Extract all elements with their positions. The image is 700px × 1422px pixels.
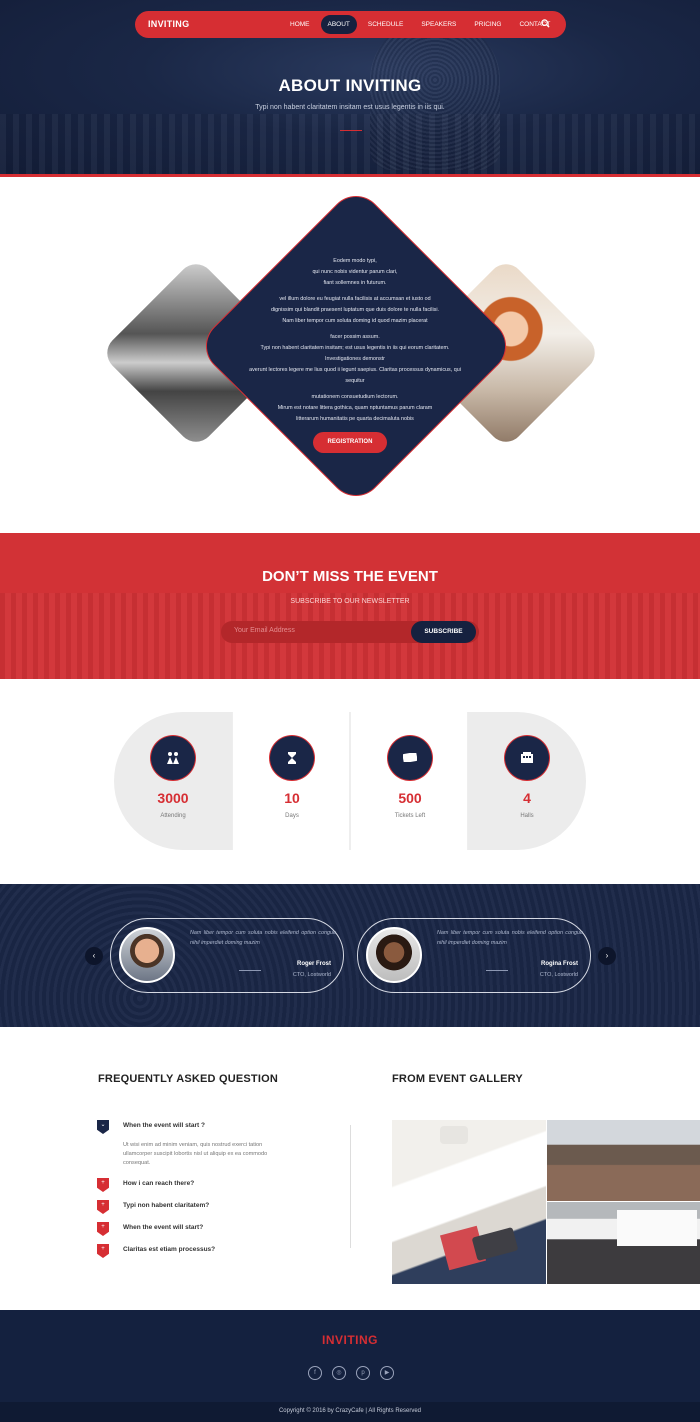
copyright: Copyright © 2016 by CrazyCafe | All Righ… [278,1408,422,1414]
stat-value: 4 [523,790,531,806]
faq-question: When the event will start? [123,1224,204,1231]
testimonials-section: Nam liber tempor cum soluta nobis eleife… [0,884,700,1027]
mug-shape [440,1126,468,1144]
testimonial-role: CTO, Lostworld [539,972,578,978]
plus-icon: + [97,1222,109,1236]
about-paragraph: Eodem modo typi, qui nunc nobis videntur… [312,258,398,286]
hero-divider [0,174,700,177]
stat-tickets: 500 Tickets Left [350,712,468,850]
stat-label: Attending [160,813,186,819]
stat-label: Tickets Left [394,813,426,819]
nav-item-pricing[interactable]: PRICING [467,15,508,34]
footer-bar: Copyright © 2016 by CrazyCafe | All Righ… [0,1402,700,1422]
newsletter-subtitle: SUBSCRIBE TO OUR NEWSLETTER [290,598,410,605]
testimonial-name: Roger Frost [296,961,331,967]
about-paragraph: facer possim assum. Typi non habent clar… [249,334,461,384]
next-arrow-icon[interactable]: › [598,947,616,965]
nav-item-schedule[interactable]: SCHEDULE [361,15,410,34]
stats-panel: 3000 Attending 10 Days 500 Tickets Left … [114,712,586,850]
registration-button[interactable]: REGISTRATION [313,432,387,453]
title-underline [340,130,362,131]
nav-brand[interactable]: INVITING [148,19,189,29]
social-links: f ◎ p ▶ [308,1366,394,1380]
stat-value: 500 [398,790,422,806]
divider [486,970,508,971]
newsletter-title: DON’T MISS THE EVENT [262,568,438,585]
nav-item-home[interactable]: HOME [283,15,317,34]
gallery-image-speaker[interactable] [547,1202,700,1284]
ticket-icon [388,736,432,780]
hourglass-icon [270,736,314,780]
avatar [119,927,175,983]
testimonial-card: Nam liber tempor cum soluta nobis eleife… [110,918,344,993]
stat-value: 10 [284,790,300,806]
plus-icon: + [97,1200,109,1214]
about-paragraph: vel illum dolore eu feugiat nulla facili… [270,296,440,324]
faq-question: Typi non habent claritatem? [123,1202,210,1209]
testimonial-name: Rogina Frost [541,961,578,967]
nav-menu: HOME ABOUT SCHEDULE SPEAKERS PRICING CON… [283,15,557,34]
page-title: ABOUT INVITING [278,76,422,95]
gallery-title: FROM EVENT GALLERY [392,1073,523,1085]
people-icon [151,736,195,780]
screen-shape [617,1210,697,1246]
faq-title: FREQUENTLY ASKED QUESTION [98,1073,279,1085]
testimonial-role: CTO, Lostworld [292,972,331,978]
facebook-icon[interactable]: f [308,1366,322,1380]
building-icon [505,736,549,780]
footer-brand: INVITING [321,1333,378,1347]
gallery-image-audience[interactable] [547,1120,700,1201]
search-icon[interactable] [541,19,550,28]
youtube-icon[interactable]: ▶ [380,1366,394,1380]
about-text: Eodem modo typi, qui nunc nobis videntur… [230,256,480,430]
testimonial-quote: Nam liber tempor cum soluta nobis eleife… [437,930,583,946]
stat-attending: 3000 Attending [114,712,232,850]
nav-item-about[interactable]: ABOUT [320,15,357,34]
subscribe-button[interactable]: SUBSCRIBE [411,621,476,643]
pinterest-icon[interactable]: p [356,1366,370,1380]
chevron-down-icon: ⌄ [97,1120,109,1134]
gallery-image-desk[interactable] [392,1120,546,1284]
email-placeholder: Your Email Address [234,627,295,634]
stat-halls: 4 Halls [468,712,586,850]
testimonial-card: Nam liber tempor cum soluta nobis eleife… [357,918,591,993]
faq-question: Claritas est etiam processus? [123,1246,216,1253]
faq-question: How i can reach there? [123,1180,195,1187]
testimonial-quote: Nam liber tempor cum soluta nobis eleife… [190,930,336,946]
divider [239,970,261,971]
stat-label: Halls [520,813,534,819]
plus-icon: + [97,1244,109,1258]
dribbble-icon[interactable]: ◎ [332,1366,346,1380]
navbar: INVITING HOME ABOUT SCHEDULE SPEAKERS PR… [135,11,566,38]
plus-icon: + [97,1178,109,1192]
stat-days: 10 Days [232,712,350,850]
nav-item-speakers[interactable]: SPEAKERS [414,15,463,34]
page-subtitle: Typi non habent claritatem insitam est u… [255,104,445,111]
faq-answer: Ut wisi enim ad minim veniam, quis nostr… [123,1142,268,1166]
avatar [366,927,422,983]
stat-value: 3000 [157,790,189,806]
nav-item-contact[interactable]: CONTACT [512,15,557,34]
faq-question: When the event will start ? [123,1122,205,1129]
footer: INVITING f ◎ p ▶ Copyright © 2016 by Cra… [0,1310,700,1422]
prev-arrow-icon[interactable]: ‹ [85,947,103,965]
newsletter-section: DON’T MISS THE EVENT SUBSCRIBE TO OUR NE… [0,533,700,679]
stat-label: Days [285,813,299,819]
about-paragraph: mutationem consuetudium lectorum. Mirum … [277,394,433,422]
faq-divider [350,1125,351,1248]
